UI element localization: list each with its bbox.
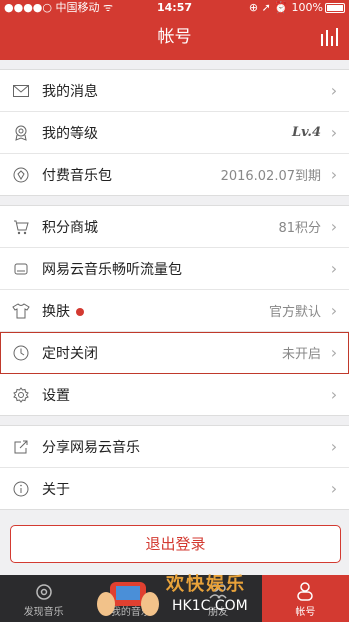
row-value: 81积分 xyxy=(278,221,321,236)
row-share[interactable]: 分享网易云音乐 › xyxy=(0,426,349,468)
section-about: 分享网易云音乐 › 关于 › xyxy=(0,425,349,510)
row-label: 换肤 xyxy=(42,301,269,321)
status-bar: ●●●●○ 中国移动 ᯤ 14:57 ⊕ ➚ ⏰ 100% xyxy=(0,0,349,16)
tab-label: 发现音乐 xyxy=(23,607,64,618)
tab-account[interactable]: 帐号 xyxy=(261,575,349,622)
row-label: 分享网易云音乐 xyxy=(42,439,140,456)
row-label: 我的等级 xyxy=(42,125,98,142)
row-label: 网易云音乐畅听流量包 xyxy=(42,261,182,278)
row-value: 2016.02.07到期 xyxy=(220,169,321,184)
watermark-overlay: 欢快娱乐 HK1C.COM xyxy=(96,570,256,622)
row-label: 积分商城 xyxy=(42,219,98,236)
chevron-right-icon: › xyxy=(330,437,338,456)
tab-label: 帐号 xyxy=(295,607,316,618)
watermark-url: HK1C.COM xyxy=(172,598,248,614)
chevron-right-icon: › xyxy=(330,385,338,404)
chevron-right-icon: › xyxy=(330,343,338,362)
chevron-right-icon: › xyxy=(330,165,338,184)
chevron-right-icon: › xyxy=(330,259,338,278)
chevron-right-icon: › xyxy=(330,479,338,498)
sim-icon xyxy=(12,260,30,278)
gamepad-hands-icon xyxy=(97,582,159,616)
row-value: Lv.4 xyxy=(292,125,321,140)
row-label: 付费音乐包 xyxy=(42,167,112,184)
share-icon xyxy=(12,438,30,456)
row-music-package[interactable]: 付费音乐包 2016.02.07到期 › xyxy=(0,154,349,195)
medal-icon xyxy=(12,124,30,142)
row-messages[interactable]: 我的消息 › xyxy=(0,70,349,112)
row-label: 关于 xyxy=(42,481,70,498)
logout-button[interactable]: 退出登录 xyxy=(10,525,341,563)
new-badge-dot xyxy=(76,307,84,316)
status-right: ⊕ ➚ ⏰ 100% xyxy=(249,0,345,16)
info-icon xyxy=(12,480,30,498)
now-playing-icon[interactable] xyxy=(319,26,341,48)
section-services: 积分商城 81积分 › 网易云音乐畅听流量包 › 换肤 官方默认 › 定时关闭 … xyxy=(0,205,349,416)
page-title: 帐号 xyxy=(157,27,192,47)
clock-icon xyxy=(12,344,30,362)
tshirt-icon xyxy=(12,302,30,320)
diamond-icon xyxy=(12,166,30,184)
watermark-title: 欢快娱乐 xyxy=(166,574,246,595)
user-icon xyxy=(297,582,314,601)
chevron-right-icon: › xyxy=(330,123,338,142)
app-header: ●●●●○ 中国移动 ᯤ 14:57 ⊕ ➚ ⏰ 100% 帐号 xyxy=(0,0,349,60)
row-level[interactable]: 我的等级 Lv.4 › xyxy=(0,112,349,154)
row-value: 未开启 xyxy=(281,347,321,362)
row-points-mall[interactable]: 积分商城 81积分 › xyxy=(0,206,349,248)
envelope-icon xyxy=(12,82,30,100)
row-sleep-timer[interactable]: 定时关闭 未开启 › xyxy=(0,332,349,374)
section-account: 我的消息 › 我的等级 Lv.4 › 付费音乐包 2016.02.07到期 › xyxy=(0,69,349,196)
row-about[interactable]: 关于 › xyxy=(0,468,349,509)
row-label: 设置 xyxy=(42,387,70,404)
netease-logo-icon xyxy=(35,584,52,600)
chevron-right-icon: › xyxy=(330,217,338,236)
gear-icon xyxy=(12,386,30,404)
row-label: 定时关闭 xyxy=(42,345,98,362)
row-label: 我的消息 xyxy=(42,83,98,100)
row-data-package[interactable]: 网易云音乐畅听流量包 › xyxy=(0,248,349,290)
chevron-right-icon: › xyxy=(330,301,338,320)
row-value: 官方默认 xyxy=(268,305,321,320)
row-settings[interactable]: 设置 › xyxy=(0,374,349,415)
tab-discover[interactable]: 发现音乐 xyxy=(0,575,87,622)
battery-icon xyxy=(325,3,345,13)
row-skin[interactable]: 换肤 官方默认 › xyxy=(0,290,349,332)
cart-icon xyxy=(12,218,30,236)
chevron-right-icon: › xyxy=(330,81,338,100)
